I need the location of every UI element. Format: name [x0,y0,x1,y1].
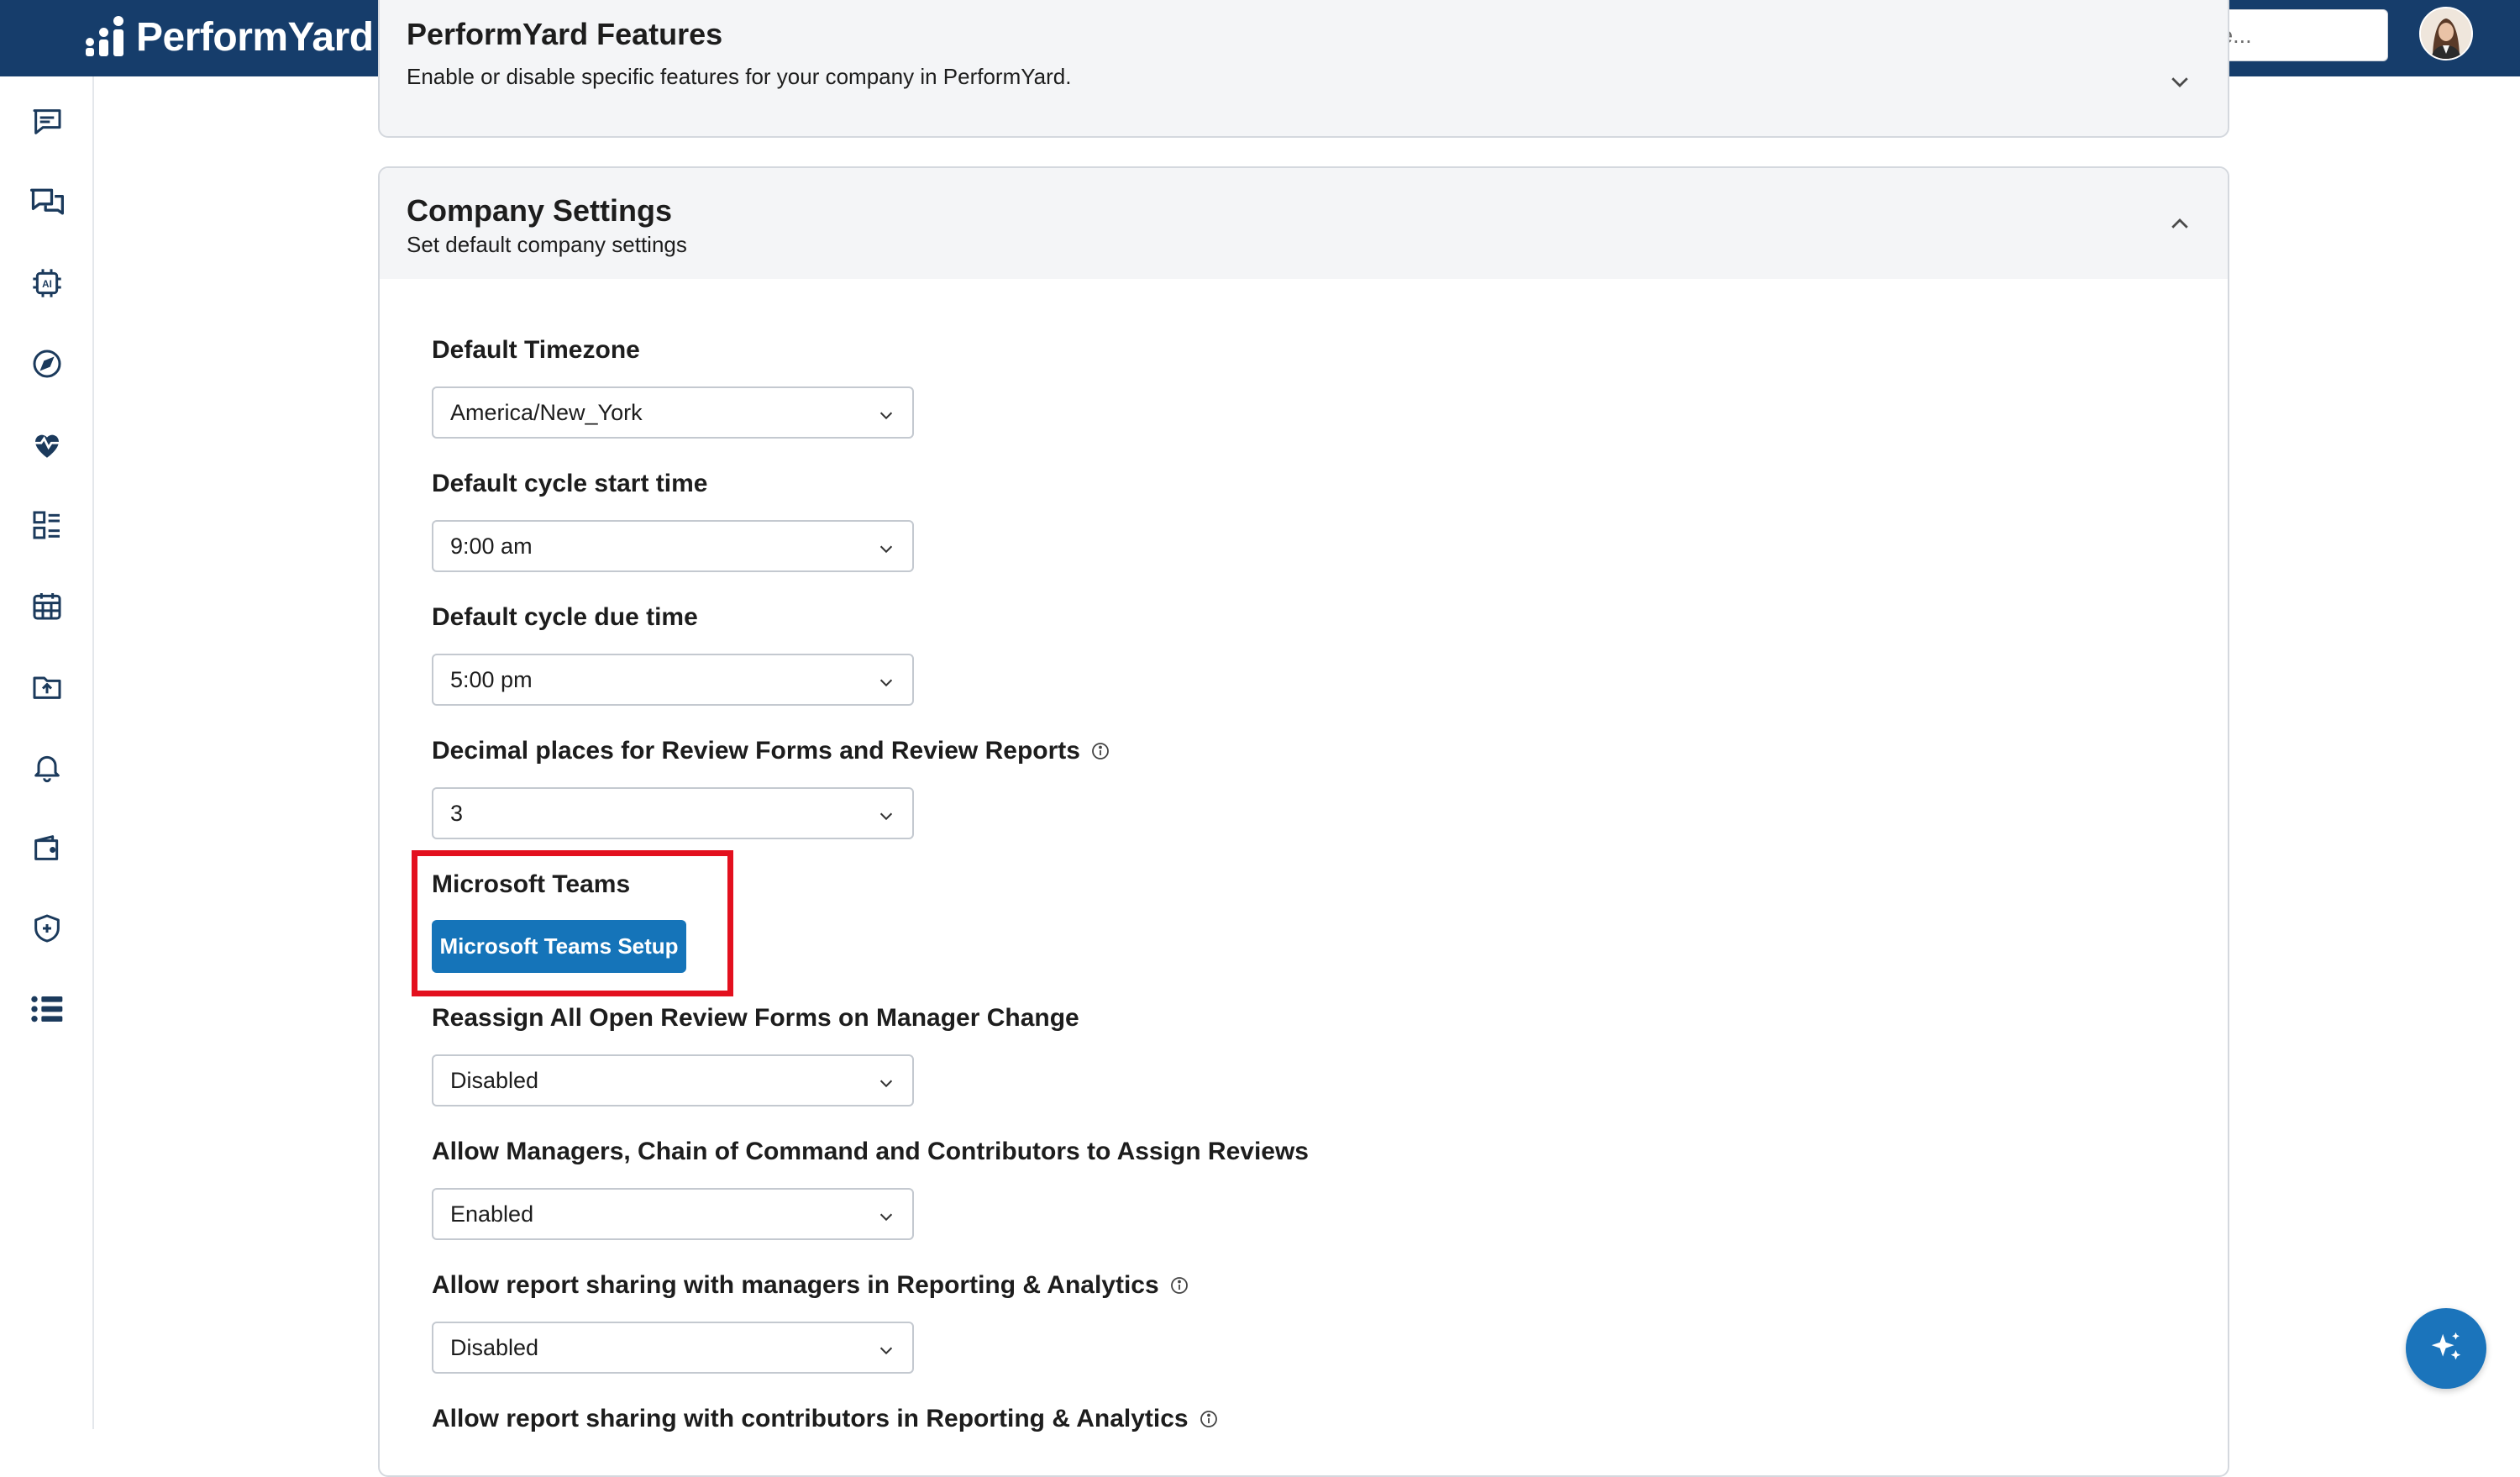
reassign-value: Disabled [450,1068,539,1093]
microsoft-teams-setup-button[interactable]: Microsoft Teams Setup [432,920,686,973]
chevron-down-icon [879,679,893,687]
chevron-down-icon[interactable] [2167,69,2192,94]
list-icon[interactable] [25,987,69,1031]
chevron-down-icon [879,812,893,821]
logo-mark-icon [84,16,126,58]
app-logo[interactable]: PerformYard [84,12,374,62]
info-icon[interactable] [1090,741,1110,761]
decimal-places-label: Decimal places for Review Forms and Revi… [432,737,1110,765]
features-title: PerformYard Features [407,17,723,51]
company-settings-subtitle: Set default company settings [407,232,687,257]
info-icon[interactable] [1199,1409,1219,1429]
cycle-start-select[interactable]: 9:00 am [432,520,914,572]
left-nav-rail: AI [0,76,94,1429]
reassign-select[interactable]: Disabled [432,1054,914,1106]
company-settings-title: Company Settings [407,193,673,228]
shield-plus-icon[interactable] [25,907,69,950]
reassign-label: Reassign All Open Review Forms on Manage… [432,1004,1079,1032]
assign-reviews-select[interactable]: Enabled [432,1188,914,1240]
user-avatar[interactable] [2419,7,2473,60]
chevron-down-icon [879,1213,893,1222]
brand-name: PerformYard [136,14,374,60]
company-settings-header[interactable]: Company Settings Set default company set… [380,168,2228,279]
share-managers-select[interactable]: Disabled [432,1322,914,1374]
share-managers-value: Disabled [450,1335,539,1360]
info-icon[interactable] [1169,1275,1189,1296]
assign-reviews-label: Allow Managers, Chain of Command and Con… [432,1138,1309,1165]
cycle-start-value: 9:00 am [450,534,533,559]
timezone-label: Default Timezone [432,336,640,364]
features-panel[interactable]: PerformYard Features Enable or disable s… [378,0,2229,138]
compass-icon[interactable] [25,342,69,386]
share-managers-label: Allow report sharing with managers in Re… [432,1271,1189,1300]
ai-assistant-button[interactable] [2406,1308,2486,1389]
svg-text:AI: AI [42,279,52,290]
chevron-down-icon [879,1347,893,1355]
cycle-due-select[interactable]: 5:00 pm [432,654,914,706]
chevron-down-icon [879,545,893,554]
cycle-start-label: Default cycle start time [432,470,708,497]
dashboard-icon[interactable] [25,503,69,547]
bell-icon[interactable] [25,745,69,789]
decimal-places-value: 3 [450,801,464,826]
ai-chip-icon[interactable]: AI [25,261,69,305]
cycle-due-value: 5:00 pm [450,667,533,692]
chevron-down-icon [879,412,893,420]
timezone-select[interactable]: America/New_York [432,386,914,439]
heart-pulse-icon[interactable] [25,423,69,466]
calendar-icon[interactable] [25,584,69,628]
feedback-icon[interactable] [25,100,69,144]
sparkle-icon [2431,1332,2461,1360]
teams-label: Microsoft Teams [432,870,631,898]
chevron-up-icon[interactable] [2167,212,2192,237]
avatar-image [2421,8,2471,59]
folder-upload-icon[interactable] [25,665,69,708]
decimal-places-select[interactable]: 3 [432,787,914,839]
assign-reviews-value: Enabled [450,1201,534,1227]
wallet-icon[interactable] [25,826,69,870]
features-subtitle: Enable or disable specific features for … [407,64,1072,89]
conversations-icon[interactable] [25,181,69,224]
cycle-due-label: Default cycle due time [432,603,698,631]
chevron-down-icon [879,1080,893,1088]
timezone-value: America/New_York [450,400,643,425]
